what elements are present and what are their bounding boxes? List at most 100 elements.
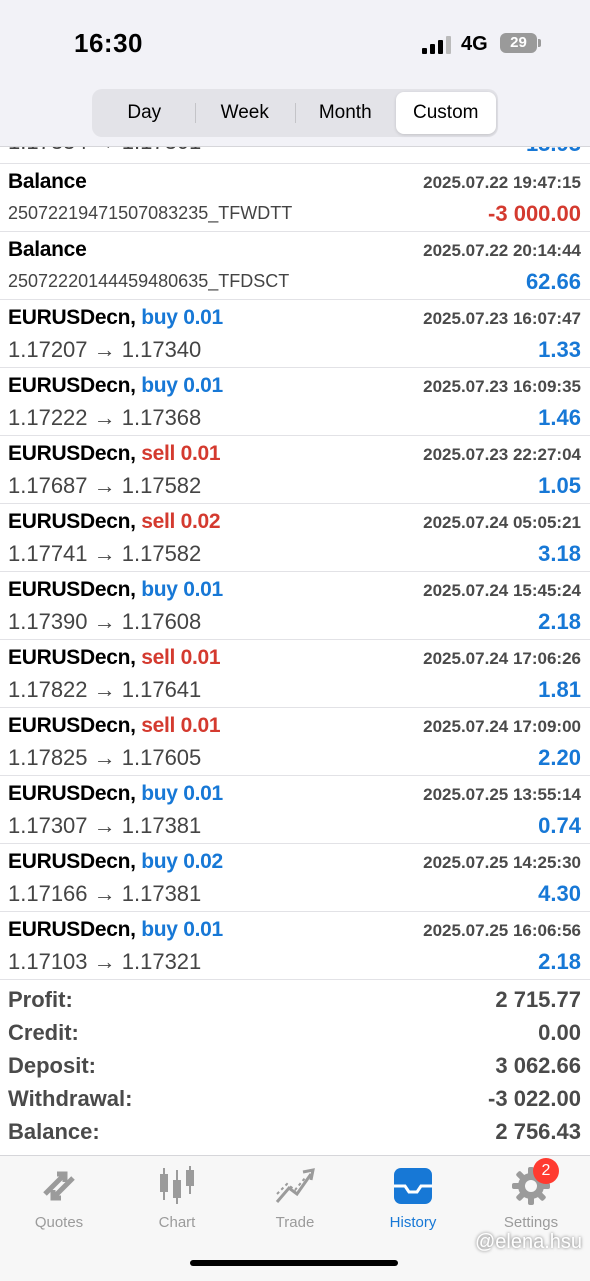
deal-profit: 1.81: [538, 677, 581, 702]
list-item-partial[interactable]: 1.17334 → 1.17301 13.93: [0, 147, 590, 164]
tab-settings[interactable]: 2 Settings: [472, 1158, 590, 1231]
balance-operation-row[interactable]: Balance 2025.07.22 20:14:44 25072220144459…: [0, 232, 590, 300]
tab-quotes[interactable]: Quotes: [0, 1164, 118, 1231]
period-segmented-control: Day Week Month Custom: [92, 89, 498, 137]
battery-icon: 29: [500, 33, 541, 53]
summary-value: -3 022.00: [488, 1086, 581, 1111]
deal-row[interactable]: EURUSDecn, sell 0.01 2025.07.24 17:09:00 1…: [0, 708, 590, 776]
deal-time: 2025.07.24 17:09:00: [423, 717, 581, 736]
deal-side: sell 0.02: [141, 510, 221, 533]
deal-prices: 1.17307 → 1.17381: [8, 813, 202, 838]
deal-symbol: EURUSDecn, sell 0.02: [8, 510, 221, 534]
deal-profit: 3.18: [538, 541, 581, 566]
deal-row[interactable]: EURUSDecn, buy 0.02 2025.07.25 14:25:30 1.…: [0, 844, 590, 912]
summary-row: Deposit: 3 062.66: [0, 1050, 590, 1083]
deal-time: 2025.07.25 16:06:56: [423, 921, 581, 940]
deal-symbol: EURUSDecn, buy 0.02: [8, 850, 223, 874]
tab-history-label: History: [389, 1214, 437, 1231]
summary-row: Profit: 2 715.77: [0, 984, 590, 1017]
tab-week[interactable]: Week: [194, 92, 296, 134]
deal-time: 2025.07.23 16:09:35: [423, 377, 581, 396]
summary-value: 2 715.77: [495, 987, 581, 1012]
deal-row[interactable]: EURUSDecn, buy 0.01 2025.07.23 16:09:35 1.…: [0, 368, 590, 436]
deal-prices: 1.17390 → 1.17608: [8, 609, 202, 634]
deal-profit: 2.18: [538, 609, 581, 634]
deal-row[interactable]: EURUSDecn, sell 0.02 2025.07.24 05:05:21 1…: [0, 504, 590, 572]
deal-prices: 1.17822 → 1.17641: [8, 677, 202, 702]
deal-profit: 1.46: [538, 405, 581, 430]
cellular-signal-icon: [422, 36, 452, 54]
deal-row[interactable]: EURUSDecn, buy 0.01 2025.07.24 15:45:24 1.…: [0, 572, 590, 640]
deal-title: EURUSDecn,: [8, 578, 136, 601]
deal-title: EURUSDecn,: [8, 850, 136, 873]
deal-profit: 4.30: [538, 881, 581, 906]
deal-prices: 1.17103 → 1.17321: [8, 949, 202, 974]
deal-row[interactable]: EURUSDecn, buy 0.01 2025.07.23 16:07:47 1.…: [0, 300, 590, 368]
deal-title: EURUSDecn,: [8, 714, 136, 737]
inbox-tray-icon: [391, 1164, 435, 1208]
deal-row[interactable]: EURUSDecn, sell 0.01 2025.07.24 17:06:26 1…: [0, 640, 590, 708]
tab-custom[interactable]: Custom: [395, 92, 496, 134]
deal-prices: 1.17222 → 1.17368: [8, 405, 202, 430]
deal-side: sell 0.01: [141, 714, 221, 737]
tab-day[interactable]: Day: [94, 92, 195, 134]
summary-value: 2 756.43: [495, 1119, 581, 1144]
deal-profit: 62.66: [525, 269, 581, 294]
trade-trend-icon: [273, 1164, 317, 1208]
deal-symbol: EURUSDecn, sell 0.01: [8, 646, 221, 670]
summary-row: Withdrawal: -3 022.00: [0, 1083, 590, 1116]
deal-title: EURUSDecn,: [8, 306, 136, 329]
status-time: 16:30: [74, 28, 143, 58]
deal-symbol: Balance: [8, 170, 87, 194]
deal-row[interactable]: EURUSDecn, buy 0.01 2025.07.25 16:06:56 1.…: [0, 912, 590, 980]
deal-title: Balance: [8, 238, 87, 261]
tab-chart[interactable]: Chart: [118, 1164, 236, 1231]
deal-profit: -3 000.00: [488, 201, 581, 226]
history-summary: Profit: 2 715.77 Credit: 0.00 Deposit: 3 062.…: [0, 984, 590, 1149]
tab-history[interactable]: History: [354, 1164, 472, 1231]
deal-side: buy 0.01: [141, 306, 223, 329]
deal-profit: 1.05: [538, 473, 581, 498]
deal-symbol: Balance: [8, 238, 87, 262]
deal-title: EURUSDecn,: [8, 782, 136, 805]
deal-row[interactable]: EURUSDecn, sell 0.01 2025.07.23 22:27:04 1…: [0, 436, 590, 504]
tab-month[interactable]: Month: [295, 92, 396, 134]
deal-side: sell 0.01: [141, 442, 221, 465]
balance-operation-row[interactable]: Balance 2025.07.22 19:47:15 25072219471507…: [0, 164, 590, 232]
operation-id: 25072219471507083235_TFWDTT: [8, 203, 293, 223]
candlestick-icon: [155, 1164, 199, 1208]
deal-row[interactable]: EURUSDecn, buy 0.01 2025.07.25 13:55:14 1.…: [0, 776, 590, 844]
summary-label: Deposit:: [8, 1053, 96, 1078]
notification-badge: 2: [533, 1158, 559, 1184]
deal-side: buy 0.01: [141, 578, 223, 601]
deal-symbol: EURUSDecn, buy 0.01: [8, 374, 223, 398]
deal-prices: 1.17741 → 1.17582: [8, 541, 202, 566]
deal-symbol: EURUSDecn, buy 0.01: [8, 306, 223, 330]
deal-title: EURUSDecn,: [8, 510, 136, 533]
deal-time: 2025.07.23 16:07:47: [423, 309, 581, 328]
summary-value: 0.00: [538, 1020, 581, 1045]
deal-prices: 1.17825 → 1.17605: [8, 745, 202, 770]
period-header: Day Week Month Custom: [0, 84, 590, 147]
summary-label: Credit:: [8, 1020, 79, 1045]
deal-profit: 13.93: [526, 147, 581, 157]
home-indicator[interactable]: [190, 1260, 398, 1266]
tab-trade[interactable]: Trade: [236, 1164, 354, 1231]
status-bar: 16:30 4G 29: [0, 0, 590, 84]
deal-profit: 2.20: [538, 745, 581, 770]
deal-symbol: EURUSDecn, sell 0.01: [8, 714, 221, 738]
deal-title: EURUSDecn,: [8, 918, 136, 941]
deal-profit: 1.33: [538, 337, 581, 362]
deal-prices: 1.17207 → 1.17340: [8, 337, 202, 362]
history-list: 1.17334 → 1.17301 13.93 Balance 2025.07.2…: [0, 147, 590, 980]
deal-symbol: EURUSDecn, buy 0.01: [8, 782, 223, 806]
deal-time: 2025.07.24 05:05:21: [423, 513, 581, 532]
watermark-handle: @elena.hsu: [474, 1231, 582, 1253]
summary-label: Withdrawal:: [8, 1086, 133, 1111]
deal-time: 2025.07.22 20:14:44: [423, 241, 581, 260]
deal-prices: 1.17334 → 1.17301: [8, 147, 201, 155]
quotes-arrows-icon: [37, 1164, 81, 1208]
operation-id: 25072220144459480635_TFDSCT: [8, 271, 290, 291]
deal-title: Balance: [8, 170, 87, 193]
deal-symbol: EURUSDecn, buy 0.01: [8, 578, 223, 602]
